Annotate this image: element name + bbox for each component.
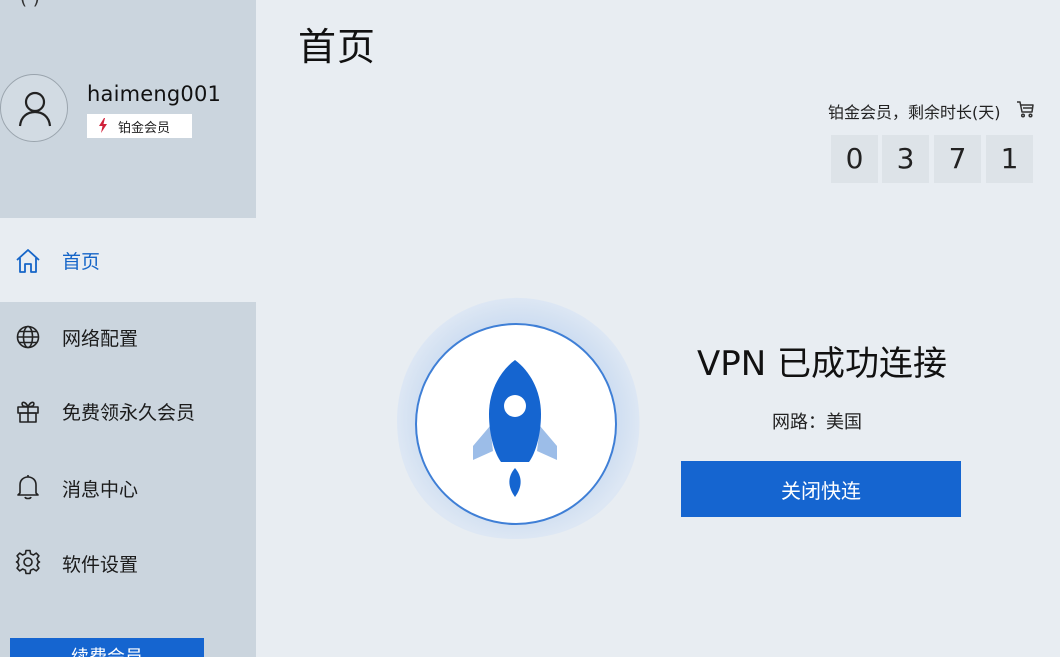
globe-icon — [16, 325, 40, 349]
page-title: 首页 — [298, 25, 377, 69]
sidebar-item-label: 软件设置 — [62, 554, 139, 576]
sidebar-item-free-membership[interactable]: 免费领永久会员 — [0, 373, 256, 451]
connection-status-graphic — [395, 296, 643, 544]
bell-icon — [17, 475, 39, 500]
home-icon — [16, 249, 40, 273]
sidebar-item-network-config[interactable]: 网络配置 — [0, 298, 256, 376]
user-icon — [18, 91, 52, 127]
avatar[interactable] — [0, 74, 68, 142]
sidebar-item-messages[interactable]: 消息中心 — [0, 448, 256, 526]
days-digit: 1 — [986, 135, 1033, 183]
days-digit: 0 — [831, 135, 878, 183]
bolt-icon — [99, 118, 107, 133]
gear-icon — [15, 549, 41, 575]
network-location: 网路：美国 — [772, 412, 862, 433]
disconnect-button[interactable]: 关闭快连 — [681, 461, 961, 517]
sidebar-item-label: 网络配置 — [62, 328, 139, 350]
membership-remaining-label: 铂金会员，剩余时长(天) — [828, 103, 1001, 122]
membership-badge: 铂金会员 — [87, 114, 192, 138]
sidebar-item-settings[interactable]: 软件设置 — [0, 523, 256, 601]
renew-membership-button[interactable]: 续费会员 — [10, 638, 204, 657]
sidebar-item-label: 消息中心 — [62, 479, 139, 501]
connection-status-title: VPN 已成功连接 — [697, 344, 948, 384]
days-digit: 7 — [934, 135, 981, 183]
sidebar-top-text: ( ) — [20, 0, 40, 9]
cart-icon[interactable] — [1016, 100, 1034, 118]
user-profile: haimeng001 铂金会员 — [0, 74, 256, 146]
sidebar-item-label: 首页 — [62, 251, 101, 273]
sidebar: ( ) haimeng001 铂金会员 首页 — [0, 0, 256, 657]
sidebar-item-label: 免费领永久会员 — [62, 402, 196, 424]
sidebar-item-home[interactable]: 首页 — [0, 218, 256, 302]
gift-icon — [17, 401, 39, 423]
badge-label: 铂金会员 — [118, 121, 171, 136]
days-digit: 3 — [882, 135, 929, 183]
username: haimeng001 — [87, 82, 222, 106]
